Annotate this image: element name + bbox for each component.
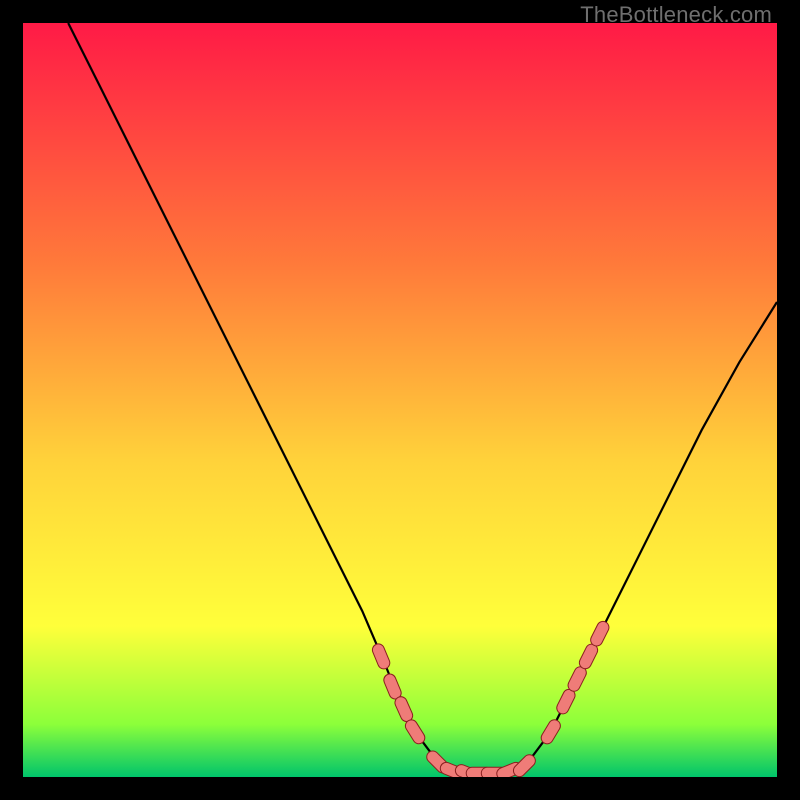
bottleneck-chart xyxy=(23,23,777,777)
chart-frame xyxy=(23,23,777,777)
gradient-background xyxy=(23,23,777,777)
